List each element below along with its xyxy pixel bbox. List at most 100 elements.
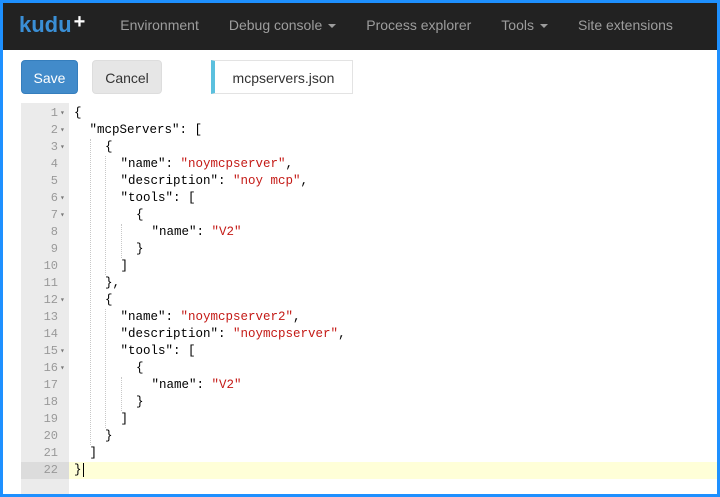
code-text: ] [121,411,129,428]
line-number: 20 [43,429,58,443]
code-line[interactable]: 21] [21,445,717,462]
code-line[interactable]: 2 ▾ "mcpServers": [ [21,122,717,139]
code-line[interactable]: 8 "name": "V2" [21,224,717,241]
code-token: ] [89,446,98,460]
nav-tools[interactable]: Tools [486,0,563,50]
nav-label: Environment [120,17,199,33]
code-token: ] [120,259,129,273]
code-line[interactable]: 6 ▾ "tools": [ [21,190,717,207]
code-line[interactable]: 14 "description": "noymcpserver", [21,326,717,343]
fold-arrow-icon[interactable]: ▾ [60,292,65,309]
cancel-button[interactable]: Cancel [92,60,162,94]
line-number: 16 [43,361,58,375]
indent-guide [120,224,122,258]
code-text: } [74,462,84,479]
code-text: } [136,241,144,258]
nav-environment[interactable]: Environment [105,0,214,50]
save-button[interactable]: Save [21,60,78,94]
code-text: "name": "noymcpserver2", [121,309,301,326]
code-text: "description": "noymcpserver", [121,326,346,343]
indent-guide [105,309,106,428]
code-line[interactable]: 15 ▾ "tools": [ [21,343,717,360]
code-line[interactable]: 1 ▾ { [21,105,717,122]
kudu-logo[interactable]: kudu + [0,0,105,50]
fold-arrow-icon[interactable]: ▾ [60,360,65,377]
code-text: ] [121,258,129,275]
code-text: "description": "noy mcp", [121,173,309,190]
string-token: "V2" [211,378,242,392]
line-number: 18 [43,395,58,409]
top-navbar: kudu + Environment Debug console Process … [0,0,720,50]
string-token: "noymcpserver" [180,157,286,171]
code-line[interactable]: 19] [21,411,717,428]
code-line[interactable]: 3 ▾ { [21,139,717,156]
code-line[interactable]: 16 ▾ { [21,360,717,377]
code-line[interactable]: 10] [21,258,717,275]
indent-guide [89,139,91,445]
fold-arrow-icon[interactable]: ▾ [60,105,65,122]
line-number: 9 [50,242,58,256]
text-cursor [82,462,84,477]
fold-arrow-icon[interactable]: ▾ [60,190,65,207]
line-number: 10 [43,259,58,273]
line-number: 22 [21,462,69,479]
nav-debug-console[interactable]: Debug console [214,0,351,50]
code-line[interactable]: 7 ▾ { [21,207,717,224]
code-line[interactable]: 22} [21,462,717,479]
line-number: 7 [50,208,58,222]
fold-arrow-icon[interactable]: ▾ [60,139,65,156]
code-line[interactable]: 4 "name": "noymcpserver", [21,156,717,173]
code-token: "name": [151,378,212,392]
code-line[interactable]: 20} [21,428,717,445]
fold-arrow-icon[interactable]: ▾ [60,207,65,224]
indent-guide [120,377,122,411]
line-number: 3 [50,140,58,154]
string-token: "noy mcp" [233,174,301,188]
string-token: "noymcpserver2" [180,310,294,324]
code-token: { [105,293,113,307]
code-line[interactable]: 17 "name": "V2" [21,377,717,394]
code-text: { [105,139,113,156]
code-text: ] [90,445,98,462]
code-token: "description": [120,327,234,341]
line-number: 8 [50,225,58,239]
code-token: } [136,242,144,256]
line-number: 2 [50,123,58,137]
line-number: 1 [50,106,58,120]
code-token: "mcpServers": [ [89,123,203,137]
string-token: "noymcpserver" [233,327,339,341]
code-line[interactable]: 11}, [21,275,717,292]
nav-label: Site extensions [577,17,673,33]
code-text: { [74,105,82,122]
code-line[interactable]: 5 "description": "noy mcp", [21,173,717,190]
code-line[interactable]: 18} [21,394,717,411]
file-name-tab: mcpservers.json [211,60,353,94]
code-text: "name": "V2" [152,377,242,394]
nav-label: Tools [501,17,534,33]
line-number: 19 [43,412,58,426]
code-token: , [338,327,346,341]
code-editor[interactable]: 1 ▾{2 ▾ "mcpServers": [3 ▾{4 "name": "noymcps… [21,103,717,494]
nav-site-extensions[interactable]: Site extensions [563,0,688,50]
code-token: } [74,463,82,477]
code-line[interactable]: 12 ▾ { [21,292,717,309]
code-token: , [285,157,294,171]
code-token: "name": [120,310,181,324]
code-token: { [136,208,144,222]
code-text: "name": "noymcpserver", [121,156,294,173]
code-text: "tools": [ [121,190,196,207]
fold-arrow-icon[interactable]: ▾ [60,122,65,139]
line-number: 15 [43,344,58,358]
line-number: 5 [50,174,58,188]
string-token: "V2" [211,225,242,239]
code-text: { [136,360,144,377]
code-text: { [136,207,144,224]
nav-process-explorer[interactable]: Process explorer [351,0,486,50]
code-line[interactable]: 13 "name": "noymcpserver2", [21,309,717,326]
code-token: { [136,361,144,375]
fold-arrow-icon[interactable]: ▾ [60,343,65,360]
code-token: "tools": [ [120,344,196,358]
code-token: { [105,140,113,154]
code-line[interactable]: 9} [21,241,717,258]
code-text: { [105,292,113,309]
